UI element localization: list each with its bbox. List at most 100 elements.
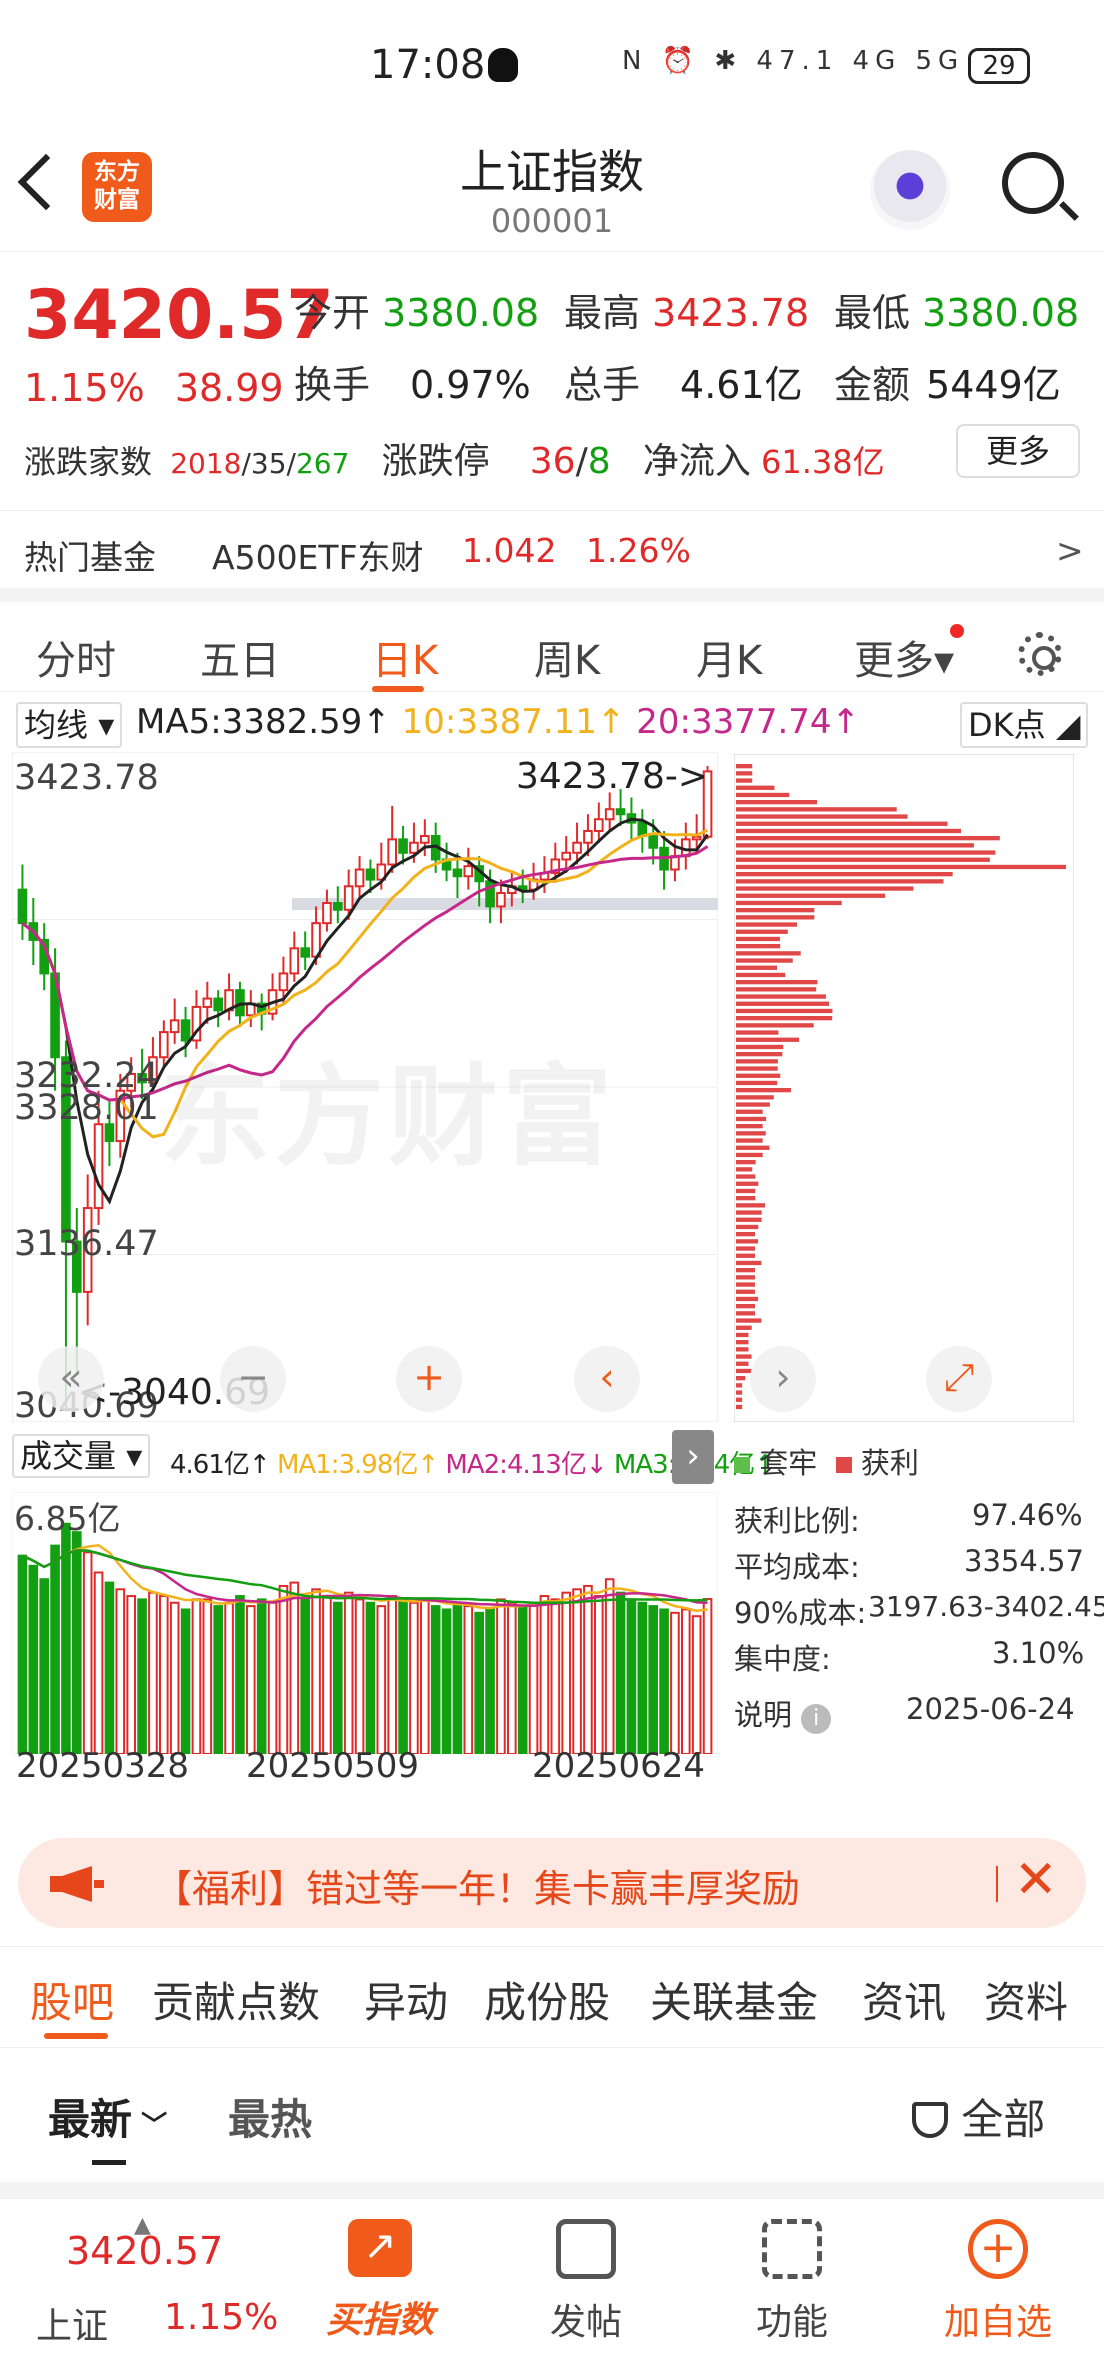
cost-bar bbox=[736, 900, 842, 906]
tab-five-day[interactable]: 五日 bbox=[200, 628, 280, 686]
candle bbox=[278, 972, 289, 992]
hot-fund-name: A500ETF东财 bbox=[212, 538, 424, 577]
ma10-value: 10:3387.11↑ bbox=[401, 702, 626, 742]
nav-functions[interactable]: 功能 bbox=[722, 2219, 862, 2345]
candle bbox=[604, 808, 615, 821]
nav-buy-index[interactable]: ↗ 买指数 bbox=[310, 2219, 450, 2343]
expand-icon[interactable]: ⤢ bbox=[926, 1346, 992, 1412]
cost-bar bbox=[736, 1008, 833, 1014]
tab-daily-k[interactable]: 日K bbox=[372, 628, 438, 686]
cost90-label: 90%成本: bbox=[734, 1596, 867, 1630]
candle bbox=[343, 885, 354, 911]
volume-bar bbox=[452, 1601, 463, 1754]
cost-bar bbox=[736, 814, 908, 819]
tab-guba[interactable]: 股吧 bbox=[30, 1969, 114, 2030]
volume-bar bbox=[365, 1601, 376, 1754]
change-value: 38.99 bbox=[174, 366, 284, 410]
cost-bar bbox=[736, 1347, 749, 1352]
cost-bar bbox=[736, 821, 948, 826]
volume-bar bbox=[289, 1581, 300, 1754]
volume-bar bbox=[148, 1591, 158, 1754]
tab-news[interactable]: 资讯 bbox=[862, 1969, 946, 2030]
cost-bar bbox=[736, 1016, 833, 1021]
ma-selector[interactable]: 均线 ▾ bbox=[16, 702, 123, 748]
zoom-in-icon[interactable]: + bbox=[396, 1346, 462, 1412]
tab-monthly-k[interactable]: 月K bbox=[696, 628, 762, 686]
candle bbox=[561, 851, 571, 861]
tab-timeshare[interactable]: 分时 bbox=[36, 628, 116, 686]
note-link[interactable]: 说明 i bbox=[734, 1692, 832, 1734]
cost-bar bbox=[736, 1340, 749, 1345]
cost-bar bbox=[736, 1044, 784, 1050]
price-label-top: 3423.78 bbox=[14, 758, 159, 798]
cost-bar bbox=[736, 1116, 767, 1122]
nav-index-price[interactable]: 3420.57 bbox=[66, 2229, 223, 2273]
sort-hot[interactable]: 最热 bbox=[228, 2086, 312, 2147]
dk-point-button[interactable]: DK点 ◢ bbox=[960, 702, 1089, 748]
scroll-left-icon[interactable]: « bbox=[38, 1346, 104, 1412]
cost-bar bbox=[736, 1052, 783, 1057]
tab-profile[interactable]: 资料 bbox=[984, 1969, 1068, 2030]
tab-contribution[interactable]: 贡献点数 bbox=[152, 1969, 320, 2030]
tab-weekly-k[interactable]: 周K bbox=[534, 628, 600, 686]
volume-bar bbox=[387, 1595, 397, 1754]
cost-bar bbox=[736, 1001, 830, 1006]
cost-bar bbox=[736, 1246, 755, 1251]
sort-bar: 最新 ﹀ 最热 全部 bbox=[0, 2048, 1104, 2198]
volume-bar bbox=[104, 1581, 115, 1754]
volume-bar bbox=[137, 1598, 147, 1754]
more-button[interactable]: 更多 bbox=[956, 424, 1080, 478]
filter-button[interactable]: 全部 bbox=[912, 2086, 1045, 2147]
step-left-icon[interactable]: ‹ bbox=[574, 1346, 640, 1412]
tab-more[interactable]: 更多▾ bbox=[854, 628, 954, 686]
content-tabs: 股吧 贡献点数 异动 成份股 关联基金 资讯 资料 bbox=[0, 1946, 1104, 2048]
volume-bar bbox=[539, 1595, 550, 1754]
step-right-icon[interactable]: › bbox=[750, 1346, 816, 1412]
nav-post[interactable]: 发帖 bbox=[516, 2219, 656, 2345]
cost-bar bbox=[736, 1217, 762, 1222]
close-icon[interactable]: ✕ bbox=[1014, 1850, 1058, 1910]
cost-bar bbox=[736, 1224, 759, 1230]
header: 东方 财富 上证指数 000001 bbox=[0, 130, 1104, 252]
banner-divider bbox=[996, 1866, 998, 1902]
robot-avatar-icon[interactable] bbox=[870, 150, 950, 230]
cost-bar bbox=[736, 836, 1000, 841]
edit-icon bbox=[556, 2219, 616, 2279]
cost-bar bbox=[736, 936, 780, 942]
qq-icon bbox=[488, 48, 518, 82]
volume-bar bbox=[126, 1595, 136, 1754]
volume-bar bbox=[256, 1598, 267, 1754]
volume-bar bbox=[72, 1531, 82, 1754]
cost-bar bbox=[736, 1167, 753, 1172]
nav-add-watchlist[interactable]: + 加自选 bbox=[928, 2219, 1068, 2345]
candle bbox=[213, 997, 223, 1012]
volume-bar bbox=[691, 1615, 702, 1754]
search-icon[interactable] bbox=[1002, 152, 1064, 214]
volume-bar bbox=[267, 1601, 278, 1754]
sort-latest[interactable]: 最新 ﹀ bbox=[48, 2086, 167, 2147]
sort-underline bbox=[92, 2160, 126, 2165]
cost-bar bbox=[736, 1080, 778, 1086]
hot-fund-row[interactable]: 热门基金 A500ETF东财 1.042 1.26% > bbox=[0, 510, 1104, 584]
cost-bar bbox=[736, 1145, 770, 1150]
volume-bar bbox=[659, 1608, 669, 1754]
volume-indicator-selector[interactable]: 成交量 ▾ bbox=[12, 1434, 151, 1478]
volume-bar bbox=[50, 1544, 60, 1754]
gear-icon[interactable] bbox=[1018, 632, 1062, 676]
cost-bar bbox=[736, 965, 778, 970]
volume-bar bbox=[300, 1598, 310, 1754]
tab-related-funds[interactable]: 关联基金 bbox=[650, 1969, 818, 2030]
tab-movement[interactable]: 异动 bbox=[364, 1969, 448, 2030]
low-field: 最低 3380.08 bbox=[834, 291, 1080, 335]
tab-constituents[interactable]: 成份股 bbox=[484, 1969, 610, 2030]
cost-bar bbox=[736, 1152, 763, 1158]
expand-indicator-icon[interactable]: › bbox=[672, 1430, 714, 1484]
volume-bar bbox=[311, 1588, 321, 1754]
cost-bar bbox=[736, 1239, 759, 1244]
volume-bar bbox=[681, 1608, 691, 1754]
chart-period-tabs: 分时 五日 日K 周K 月K 更多▾ bbox=[0, 588, 1104, 692]
promo-banner[interactable]: 【福利】错过等一年！集卡赢丰厚奖励 ✕ bbox=[18, 1838, 1086, 1928]
zoom-out-icon[interactable]: − bbox=[220, 1346, 286, 1412]
ma20-value: 20:3377.74↑ bbox=[636, 702, 861, 742]
cost-bar bbox=[736, 1232, 755, 1237]
